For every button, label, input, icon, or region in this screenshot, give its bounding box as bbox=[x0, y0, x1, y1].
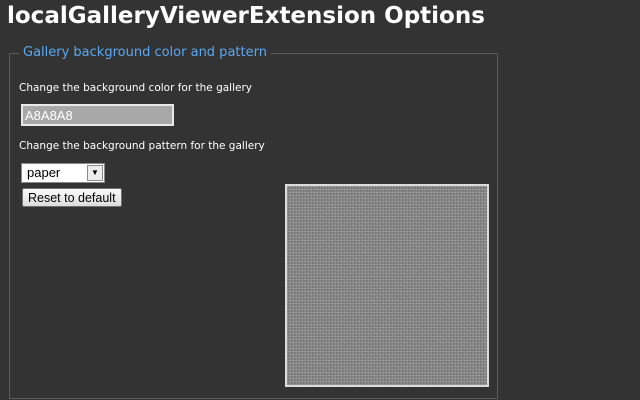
reset-to-default-button[interactable]: Reset to default bbox=[22, 188, 122, 207]
background-pattern-label: Change the background pattern for the ga… bbox=[19, 140, 265, 152]
background-pattern-select[interactable]: paper ▼ bbox=[21, 163, 105, 183]
background-pattern-selected-value: paper bbox=[27, 165, 61, 180]
chevron-down-icon[interactable]: ▼ bbox=[87, 165, 103, 181]
background-pattern-preview bbox=[285, 184, 489, 387]
background-color-input[interactable] bbox=[21, 104, 174, 126]
fieldset-legend: Gallery background color and pattern bbox=[19, 45, 271, 61]
background-color-label: Change the background color for the gall… bbox=[19, 82, 253, 94]
page-title: localGalleryViewerExtension Options bbox=[7, 3, 485, 29]
gallery-background-fieldset: Gallery background color and pattern Cha… bbox=[9, 45, 498, 399]
